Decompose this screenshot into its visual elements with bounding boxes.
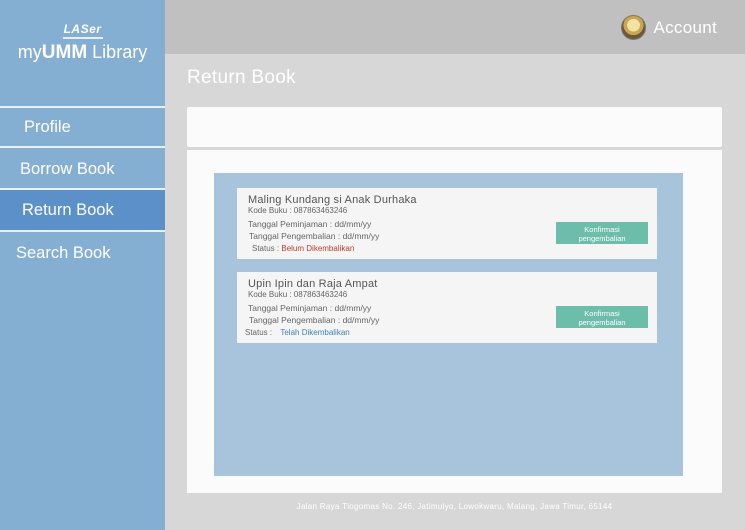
footer-address: Jalan Raya Tlogomas No. 246, Jatimulyo, … bbox=[296, 502, 613, 511]
borrow-date: Tanggal Peminjaman : dd/mm/yy bbox=[248, 219, 372, 229]
confirm-return-button[interactable]: Konfirmasi pengembalian bbox=[556, 222, 648, 244]
sidebar: LASer myUMM Library Profile Borrow Book … bbox=[0, 0, 165, 530]
content-card-header bbox=[187, 107, 722, 147]
book-status: Status : Belum Dikembalikan bbox=[252, 244, 354, 253]
page-title: Return Book bbox=[187, 67, 296, 88]
button-label-line1: Konfirmasi bbox=[584, 309, 620, 318]
sidebar-item-borrow-book[interactable]: Borrow Book bbox=[0, 149, 165, 189]
app-logo[interactable]: LASer myUMM Library bbox=[0, 22, 165, 64]
button-label-line2: pengembalian bbox=[578, 234, 626, 243]
logo-top-text: LASer bbox=[63, 22, 102, 36]
book-card: Maling Kundang si Anak Durhaka Kode Buku… bbox=[237, 188, 657, 259]
button-label-line1: Konfirmasi bbox=[584, 225, 620, 234]
confirm-return-button[interactable]: Konfirmasi pengembalian bbox=[556, 306, 648, 328]
logo-prefix: my bbox=[17, 42, 42, 62]
user-avatar-icon[interactable] bbox=[621, 15, 647, 40]
borrow-date: Tanggal Peminjaman : dd/mm/yy bbox=[248, 303, 372, 313]
nav-divider bbox=[0, 146, 165, 148]
top-bar: Account bbox=[165, 0, 745, 54]
status-value: Belum Dikembalikan bbox=[281, 244, 355, 253]
book-code: Kode Buku : 087863463246 bbox=[248, 290, 348, 299]
account-menu[interactable]: Account bbox=[621, 15, 717, 40]
book-title: Maling Kundang si Anak Durhaka bbox=[248, 194, 417, 206]
button-label-line2: pengembalian bbox=[578, 318, 626, 327]
book-title: Upin Ipin dan Raja Ampat bbox=[248, 278, 378, 290]
sidebar-item-label: Borrow Book bbox=[20, 160, 115, 178]
logo-bold: UMM bbox=[41, 42, 88, 63]
status-value: Telah Dikembalikan bbox=[280, 328, 350, 337]
sidebar-item-search-book[interactable]: Search Book bbox=[0, 233, 165, 273]
sidebar-item-label: Return Book bbox=[22, 201, 114, 219]
sidebar-item-label: Profile bbox=[24, 118, 71, 136]
logo-main-text: myUMM Library bbox=[0, 41, 165, 64]
book-card: Upin Ipin dan Raja Ampat Kode Buku : 087… bbox=[237, 272, 657, 343]
nav-divider bbox=[0, 230, 165, 232]
sidebar-item-profile[interactable]: Profile bbox=[0, 107, 165, 147]
return-date: Tanggal Pengembalian : dd/mm/yy bbox=[249, 231, 380, 241]
return-date: Tanggal Pengembalian : dd/mm/yy bbox=[249, 315, 380, 325]
account-label[interactable]: Account bbox=[653, 18, 717, 38]
sidebar-item-return-book[interactable]: Return Book bbox=[0, 190, 165, 230]
logo-underline bbox=[62, 37, 103, 39]
status-label: Status : bbox=[245, 328, 273, 337]
sidebar-item-label: Search Book bbox=[16, 244, 111, 262]
book-code: Kode Buku : 087863463246 bbox=[248, 206, 348, 215]
status-label: Status : bbox=[252, 244, 282, 253]
logo-suffix: Library bbox=[87, 42, 148, 62]
book-status: Status : Telah Dikembalikan bbox=[245, 328, 350, 337]
